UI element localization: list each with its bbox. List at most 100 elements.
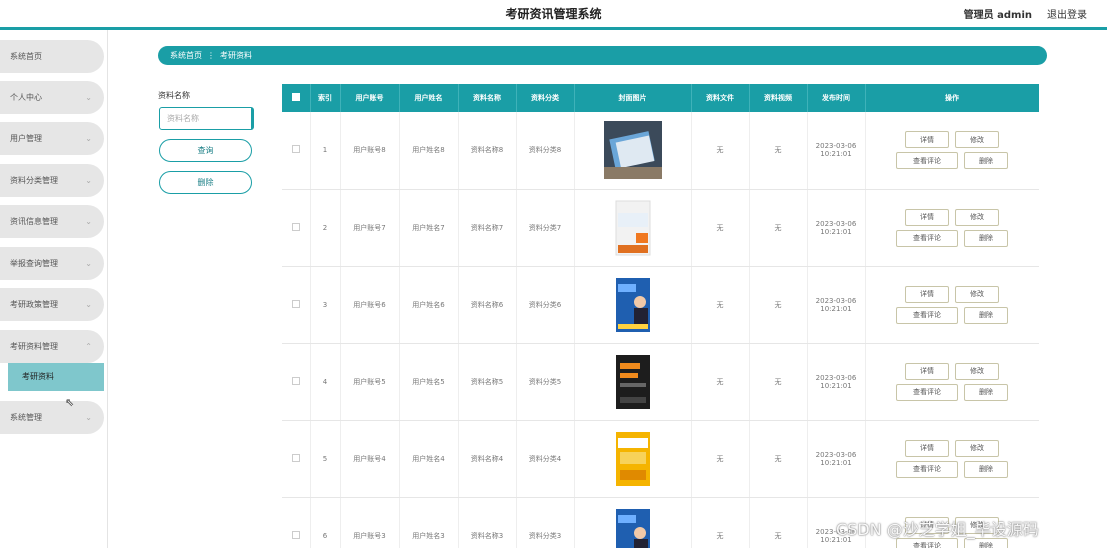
watermark: CSDN @沙芝学姐_毕设源码 (836, 520, 1039, 539)
cover-cell (574, 112, 692, 190)
title-cell: 资料名称4 (458, 420, 517, 498)
sidebar-item-users[interactable]: 用户管理 ⌄ (0, 122, 104, 155)
row-select-cell[interactable] (282, 420, 311, 498)
cover-image (603, 121, 662, 180)
sidebar-item-reports[interactable]: 举报查询管理 ⌄ (0, 247, 104, 280)
sidebar-item-personal[interactable]: 个人中心 ⌄ (0, 81, 104, 114)
account-cell: 用户账号4 (340, 420, 400, 498)
category-cell: 资料分类6 (516, 266, 575, 344)
row-select-cell[interactable] (282, 497, 311, 548)
view-comments-button[interactable]: 查看评论 (896, 152, 958, 170)
category-cell: 资料分类4 (516, 420, 575, 498)
search-input[interactable] (159, 107, 254, 130)
query-button[interactable]: 查询 (159, 139, 252, 162)
detail-button[interactable]: 详情 (905, 131, 949, 149)
edit-button[interactable]: 修改 (955, 208, 999, 226)
delete-button[interactable]: 删除 (964, 460, 1008, 478)
search-label: 资料名称 (158, 91, 190, 100)
view-comments-button[interactable]: 查看评论 (896, 306, 958, 324)
detail-button[interactable]: 详情 (905, 285, 949, 303)
row-checkbox[interactable] (291, 222, 300, 231)
name-cell: 用户姓名3 (399, 497, 459, 548)
sidebar: 系统首页 个人中心 ⌄ 用户管理 ⌄ 资料分类管理 ⌄ 资讯信息管理 ⌄ 举报查… (0, 30, 108, 548)
column-header: 索引 (310, 84, 341, 112)
detail-button[interactable]: 详情 (905, 208, 949, 226)
category-cell: 资料分类7 (516, 189, 575, 267)
row-actions: 详情 修改查看评论 删除 (866, 362, 1039, 401)
file-cell: 无 (691, 497, 750, 548)
row-actions: 详情 修改查看评论 删除 (866, 131, 1039, 170)
row-checkbox[interactable] (291, 530, 300, 539)
date-cell: 2023-03-06 10:21:01 (807, 189, 866, 267)
chevron-down-icon: ⌄ (85, 413, 92, 422)
publish-date: 2023-03-06 (815, 219, 857, 228)
delete-button[interactable]: 删除 (964, 152, 1008, 170)
video-cell: 无 (749, 343, 808, 421)
select-all-checkbox[interactable] (291, 93, 300, 101)
sidebar-item-materials[interactable]: 考研资料管理 ⌃ (0, 330, 104, 363)
video-cell: 无 (749, 112, 808, 190)
edit-button[interactable]: 修改 (955, 362, 999, 380)
sidebar-item-label: 举报查询管理 (10, 259, 58, 268)
edit-button[interactable]: 修改 (955, 285, 999, 303)
row-checkbox[interactable] (291, 376, 300, 385)
table-row: 2 用户账号7 用户姓名7 资料名称7 资料分类7 无无 2023-03-06 10:21:0… (282, 189, 1039, 267)
video-cell: 无 (749, 189, 808, 267)
sidebar-item-policy[interactable]: 考研政策管理 ⌄ (0, 288, 104, 321)
data-table-container: 索引 用户账号 用户姓名 资料名称 资料分类 封面图片 资料文件 资料视频 发布… (282, 84, 1039, 548)
table-row: 3 用户账号6 用户姓名6 资料名称6 资料分类6 无无 2023-03-06 10:21:0… (282, 266, 1039, 344)
view-comments-button[interactable]: 查看评论 (896, 383, 958, 401)
row-checkbox[interactable] (291, 145, 300, 154)
cover-image (603, 275, 662, 334)
sidebar-item-label: 考研资料管理 (10, 342, 58, 351)
delete-button[interactable]: 删除 (964, 383, 1008, 401)
column-header: 资料视频 (749, 84, 808, 112)
breadcrumb-current: 考研资料 (220, 51, 252, 60)
index-cell: 1 (310, 112, 341, 190)
file-cell: 无 (691, 420, 750, 498)
row-select-cell[interactable] (282, 112, 311, 190)
date-cell: 2023-03-06 10:21:01 (807, 343, 866, 421)
category-cell: 资料分类8 (516, 112, 575, 190)
breadcrumb-home[interactable]: 系统首页 (170, 51, 202, 60)
edit-button[interactable]: 修改 (955, 439, 999, 457)
sidebar-subitem-materials[interactable]: 考研资料 (8, 363, 104, 391)
cover-image (603, 352, 662, 411)
title-cell: 资料名称7 (458, 189, 517, 267)
category-cell: 资料分类5 (516, 343, 575, 421)
video-cell: 无 (749, 266, 808, 344)
batch-delete-button[interactable]: 删除 (159, 171, 252, 194)
edit-button[interactable]: 修改 (955, 131, 999, 149)
view-comments-button[interactable]: 查看评论 (896, 460, 958, 478)
row-select-cell[interactable] (282, 189, 311, 267)
select-all-cell[interactable] (282, 84, 311, 112)
delete-button[interactable]: 删除 (964, 306, 1008, 324)
row-checkbox[interactable] (291, 299, 300, 308)
index-cell: 2 (310, 189, 341, 267)
account-cell: 用户账号8 (340, 112, 400, 190)
sidebar-item-news[interactable]: 资讯信息管理 ⌄ (0, 205, 104, 238)
date-cell: 2023-03-06 10:21:01 (807, 112, 866, 190)
view-comments-button[interactable]: 查看评论 (896, 229, 958, 247)
sidebar-item-label: 用户管理 (10, 134, 42, 143)
title-cell: 资料名称3 (458, 497, 517, 548)
delete-button[interactable]: 删除 (964, 229, 1008, 247)
sidebar-item-home[interactable]: 系统首页 (0, 40, 104, 73)
chevron-down-icon: ⌄ (85, 300, 92, 309)
data-table: 索引 用户账号 用户姓名 资料名称 资料分类 封面图片 资料文件 资料视频 发布… (282, 84, 1039, 548)
ops-cell: 详情 修改查看评论 删除 (865, 189, 1039, 267)
sidebar-item-label: 个人中心 (10, 93, 42, 102)
row-checkbox[interactable] (291, 453, 300, 462)
logout-link[interactable]: 退出登录 (1047, 6, 1087, 21)
row-actions: 详情 修改查看评论 删除 (866, 208, 1039, 247)
detail-button[interactable]: 详情 (905, 439, 949, 457)
column-header: 用户姓名 (399, 84, 459, 112)
row-select-cell[interactable] (282, 266, 311, 344)
sidebar-item-label: 系统管理 (10, 413, 42, 422)
sidebar-item-system[interactable]: 系统管理 ⌄ (0, 401, 104, 434)
cover-cell (574, 266, 692, 344)
column-header: 资料名称 (458, 84, 517, 112)
sidebar-item-category[interactable]: 资料分类管理 ⌄ (0, 164, 104, 197)
detail-button[interactable]: 详情 (905, 362, 949, 380)
row-select-cell[interactable] (282, 343, 311, 421)
